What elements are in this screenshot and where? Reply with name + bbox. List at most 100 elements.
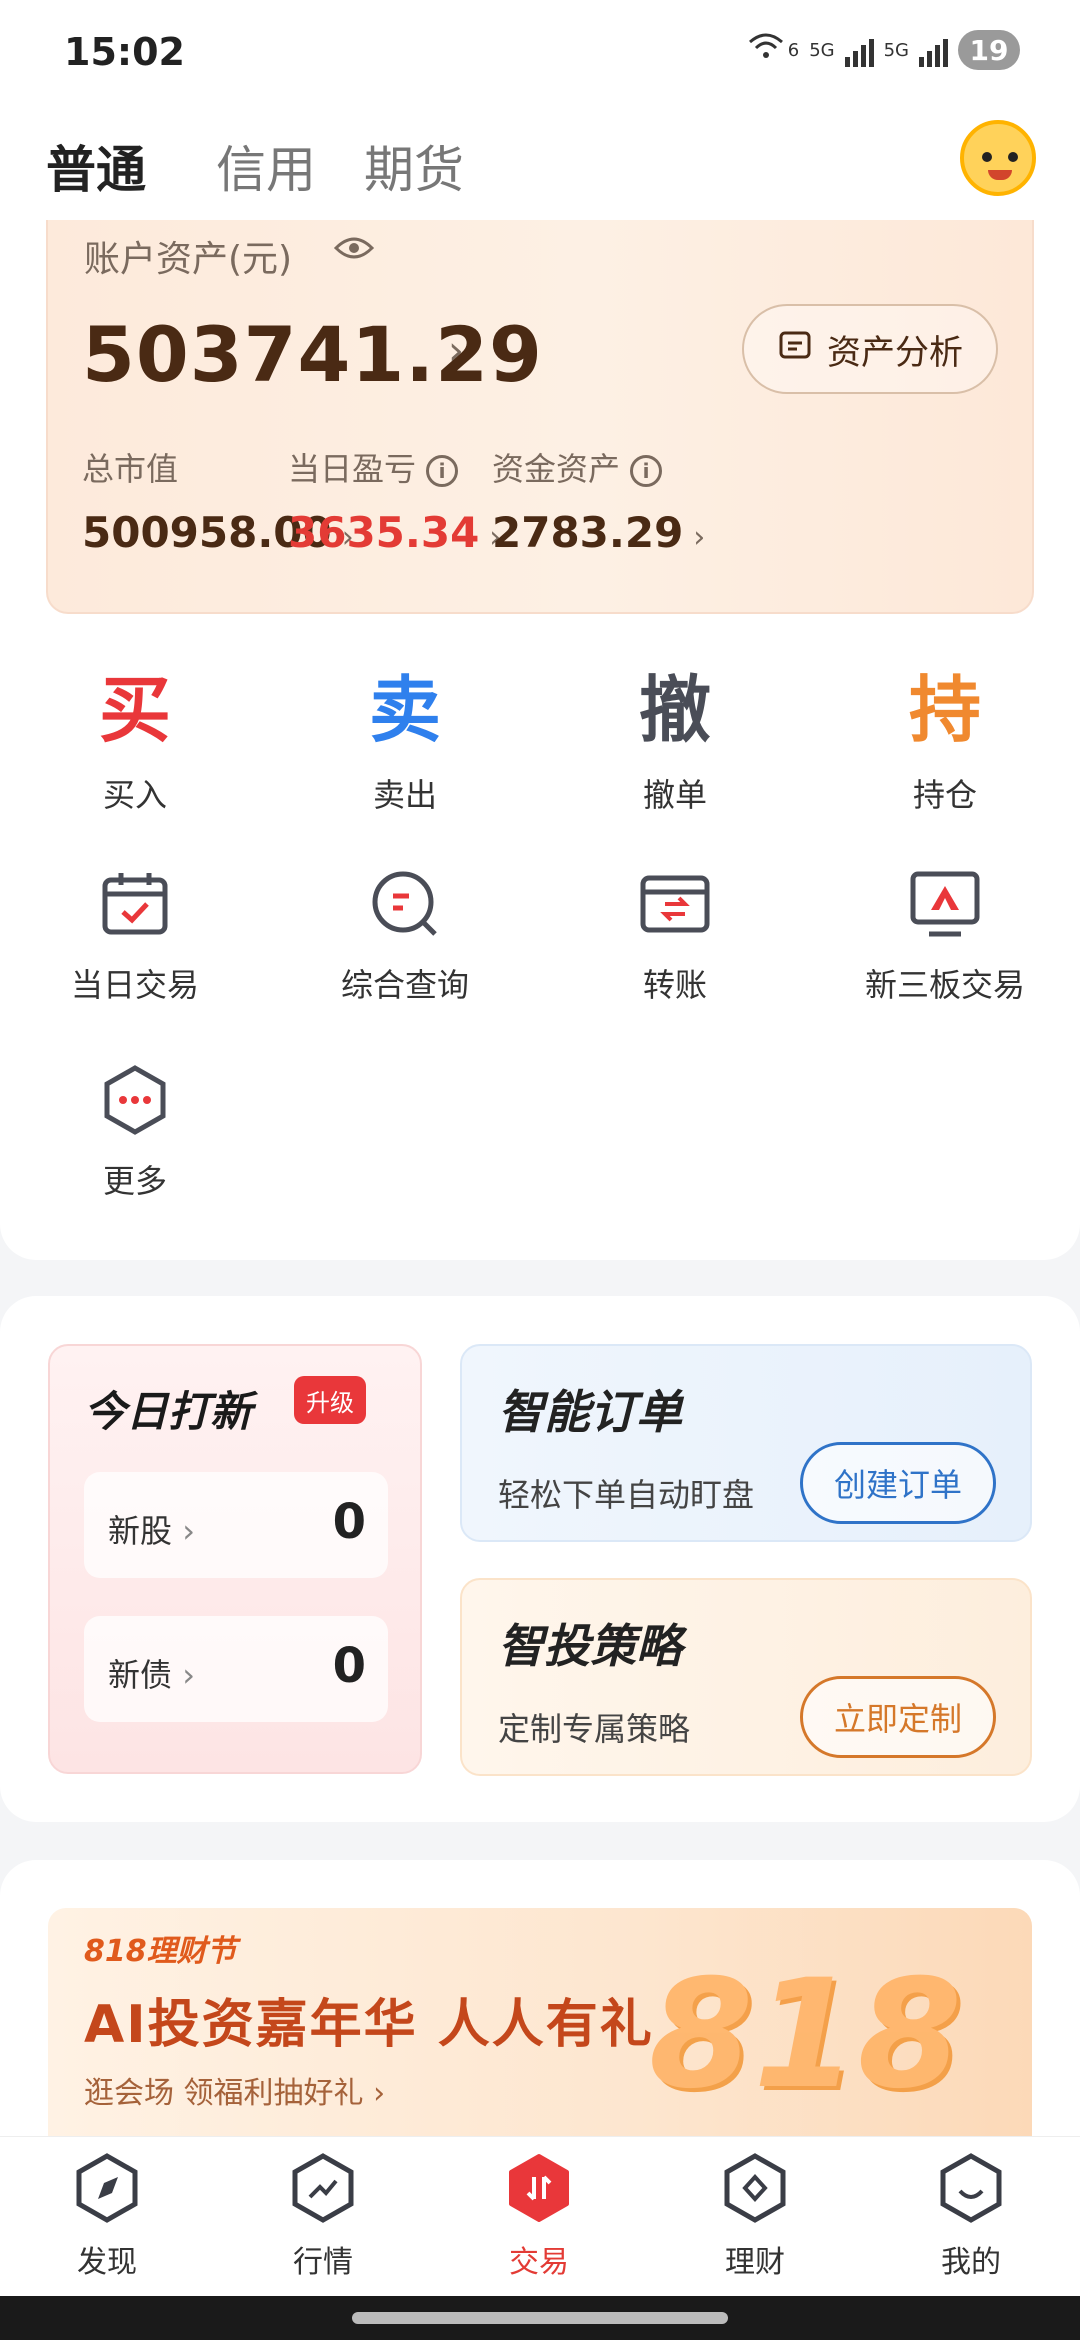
smart-order-subtitle: 轻松下单自动盯盘 (498, 1476, 755, 1514)
new-bond-row[interactable]: 新债 › 0 (84, 1616, 388, 1722)
new-stock-count: 0 (332, 1494, 366, 1550)
chevron-right-icon: › (693, 520, 706, 555)
ipo-title: 今日打新 (84, 1387, 253, 1436)
new-stock-row[interactable]: 新股 › 0 (84, 1472, 388, 1578)
signal-icon (919, 33, 948, 67)
tab-credit[interactable]: 信用 (216, 130, 316, 202)
query-label: 综合查询 (340, 966, 469, 1004)
total-assets-value[interactable]: 503741.29 (82, 310, 543, 399)
cancel-order-button[interactable]: 撤 撤单 (575, 670, 775, 816)
home-indicator[interactable] (352, 2312, 728, 2324)
new-bond-label: 新债 (108, 1656, 173, 1694)
neeq-trade-label: 新三板交易 (864, 966, 1025, 1004)
account-type-tabs: 普通 信用 期货 (0, 100, 1080, 230)
customize-now-button[interactable]: 立即定制 (800, 1676, 996, 1758)
nav-discover[interactable]: 发现 (32, 2153, 182, 2281)
nav-market[interactable]: 行情 (248, 2153, 398, 2281)
tab-futures[interactable]: 期货 (364, 130, 464, 202)
bottom-nav: 发现 行情 交易 理财 我的 (0, 2136, 1080, 2296)
buy-label: 买入 (102, 776, 167, 814)
positions-icon: 持 (908, 668, 981, 752)
status-bar: 15:02 6 5G 5G 19 (0, 0, 1080, 100)
buy-icon: 买 (98, 668, 171, 752)
calendar-check-icon (99, 868, 171, 940)
fund-assets-value[interactable]: 2783.29 › (492, 508, 705, 557)
profile-icon (896, 2153, 1046, 2223)
festival-logo: 818理财节 (84, 1934, 237, 1969)
compass-icon (32, 2153, 182, 2223)
nav-profile[interactable]: 我的 (896, 2153, 1046, 2281)
status-icons: 6 5G 5G 19 (746, 30, 1020, 70)
info-icon[interactable]: i (426, 455, 459, 487)
trade-panel: 账户资产(元) 503741.29 › 资产分析 总市值 当日盈亏 i 资金资产 i… (0, 220, 1080, 1260)
buy-button[interactable]: 买 买入 (35, 670, 235, 816)
nav-wealth-label: 理财 (725, 2245, 785, 2280)
upgrade-badge[interactable]: 升级 (294, 1376, 366, 1424)
more-hex-icon (99, 1064, 171, 1136)
nav-market-label: 行情 (293, 2245, 353, 2280)
feature-cards: 今日打新 升级 新股 › 0 新债 › 0 智能订单 轻松下单自动盯盘 创建订单… (0, 1296, 1080, 1822)
nav-discover-label: 发现 (77, 2245, 137, 2280)
chevron-right-icon: › (182, 1512, 195, 1550)
transfer-button[interactable]: 转账 (565, 868, 785, 1006)
asset-card[interactable]: 账户资产(元) 503741.29 › 资产分析 总市值 当日盈亏 i 资金资产 i… (46, 220, 1034, 614)
more-button[interactable]: 更多 (25, 1064, 245, 1202)
today-trades-label: 当日交易 (70, 966, 199, 1004)
cancel-order-label: 撤单 (642, 776, 707, 814)
net-label-2: 5G (883, 39, 909, 61)
positions-button[interactable]: 持 持仓 (845, 670, 1045, 816)
transfer-icon (639, 868, 711, 940)
strategy-subtitle: 定制专属策略 (498, 1710, 691, 1748)
nav-trade-label: 交易 (509, 2245, 569, 2280)
chevron-right-icon: › (373, 2076, 386, 2111)
trade-icon (464, 2153, 614, 2223)
sell-label: 卖出 (372, 776, 437, 814)
mascot-avatar-icon[interactable] (960, 120, 1036, 196)
nav-profile-label: 我的 (941, 2245, 1001, 2280)
promo-banner[interactable]: 818理财节 AI投资嘉年华 人人有礼 逛会场 领福利抽好礼 › 818 (48, 1908, 1032, 2140)
sell-icon: 卖 (368, 668, 441, 752)
board-icon (909, 868, 981, 940)
account-assets-label: 账户资产(元) (84, 239, 293, 280)
strategy-title: 智投策略 (498, 1619, 682, 1673)
chevron-right-icon: › (182, 1656, 195, 1694)
nav-trade[interactable]: 交易 (464, 2153, 614, 2281)
eye-icon[interactable] (333, 232, 375, 272)
more-label: 更多 (102, 1162, 167, 1200)
smart-order-card[interactable]: 智能订单 轻松下单自动盯盘 创建订单 (460, 1344, 1032, 1542)
signal-icon (844, 33, 874, 67)
analysis-icon (777, 327, 813, 372)
sell-button[interactable]: 卖 卖出 (305, 670, 505, 816)
chevron-right-icon: › (448, 328, 464, 374)
asset-analysis-button[interactable]: 资产分析 (742, 304, 998, 394)
create-order-button[interactable]: 创建订单 (800, 1442, 996, 1524)
new-stock-label: 新股 (108, 1512, 173, 1550)
info-icon[interactable]: i (630, 455, 663, 487)
strategy-card[interactable]: 智投策略 定制专属策略 立即定制 (460, 1578, 1032, 1776)
cancel-order-icon: 撤 (638, 668, 711, 752)
daily-pnl-value[interactable]: 3635.34 › (288, 508, 501, 557)
banner-818-graphic: 818 (648, 1948, 962, 2122)
asset-analysis-label: 资产分析 (827, 332, 963, 373)
wealth-icon (680, 2153, 830, 2223)
nav-wealth[interactable]: 理财 (680, 2153, 830, 2281)
status-time: 15:02 (64, 30, 185, 74)
today-trades-button[interactable]: 当日交易 (25, 868, 245, 1006)
wifi-icon (746, 30, 786, 70)
query-button[interactable]: 综合查询 (295, 868, 515, 1006)
wifi-badge: 6 (787, 39, 800, 61)
daily-pnl-label: 当日盈亏 i (288, 444, 459, 490)
trend-icon (248, 2153, 398, 2223)
transfer-label: 转账 (642, 966, 707, 1004)
ipo-card[interactable]: 今日打新 升级 新股 › 0 新债 › 0 (48, 1344, 422, 1774)
new-bond-count: 0 (332, 1638, 366, 1694)
promo-section: 818理财节 AI投资嘉年华 人人有礼 逛会场 领福利抽好礼 › 818 (0, 1860, 1080, 2140)
system-nav-area (0, 2296, 1080, 2340)
positions-label: 持仓 (912, 776, 977, 814)
tab-normal[interactable]: 普通 (46, 130, 146, 202)
battery-indicator: 19 (958, 30, 1020, 70)
net-label-1: 5G (809, 39, 835, 61)
fund-assets-label: 资金资产 i (492, 444, 663, 490)
banner-title: AI投资嘉年华 人人有礼 (84, 1995, 654, 2055)
neeq-trade-button[interactable]: 新三板交易 (835, 868, 1055, 1006)
